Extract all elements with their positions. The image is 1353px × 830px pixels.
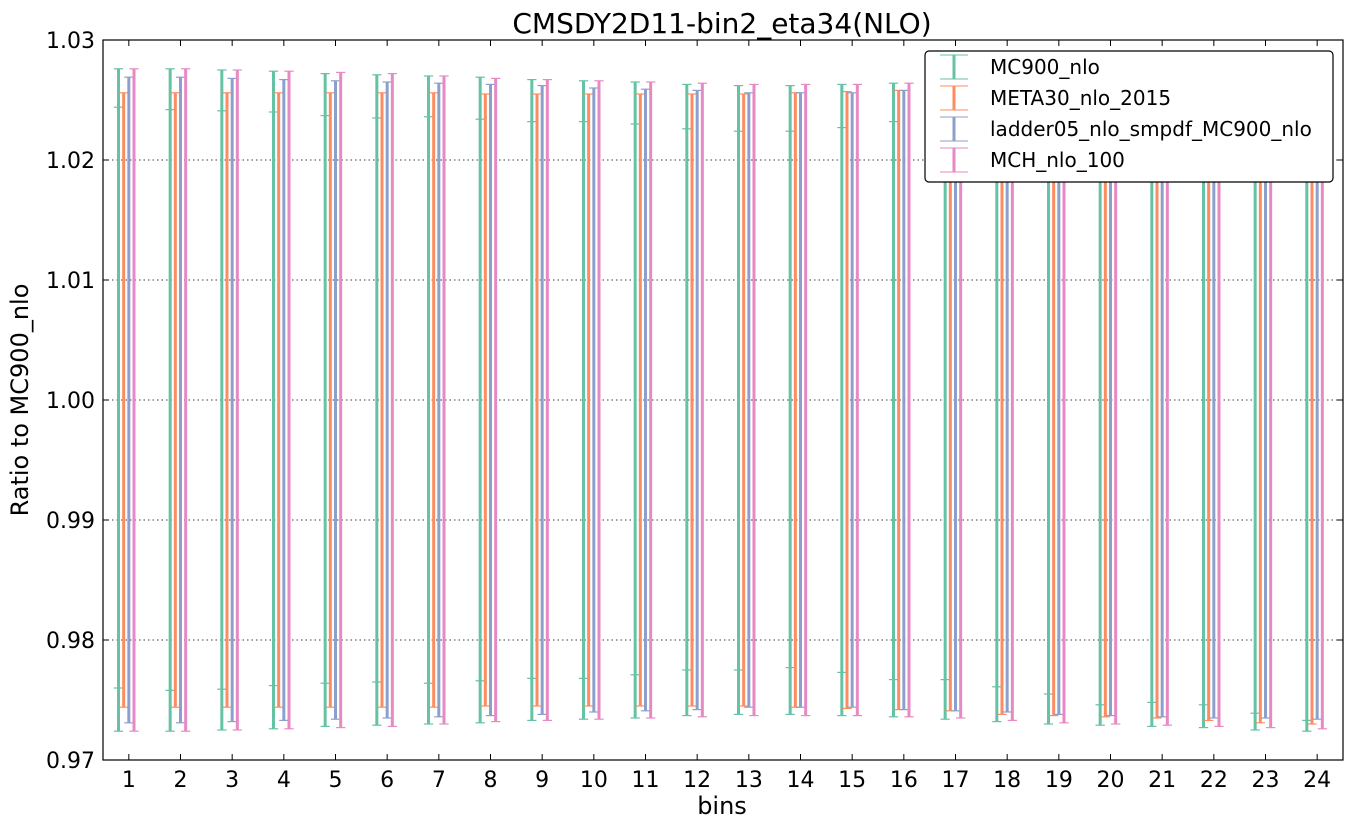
- y-tick-label: 0.99: [46, 509, 95, 534]
- legend-label: ladder05_nlo_smpdf_MC900_nlo: [990, 117, 1312, 141]
- x-tick-label: 2: [174, 768, 188, 793]
- legend: MC900_nlo META30_nlo_2015 ladder05_nlo_smp…: [924, 50, 1334, 183]
- x-tick-label: 17: [942, 768, 970, 793]
- x-tick-label: 19: [1045, 768, 1073, 793]
- x-tick-label: 14: [787, 768, 815, 793]
- chart-title: CMSDY2D11-bin2_eta34(NLO): [512, 7, 931, 40]
- x-tick-label: 6: [380, 768, 394, 793]
- y-tick-label: 1.02: [46, 149, 95, 174]
- y-tick-label: 0.97: [46, 749, 95, 774]
- y-tick-label: 1.00: [46, 389, 95, 414]
- x-tick-label: 18: [993, 768, 1021, 793]
- x-axis-label: bins: [697, 792, 747, 820]
- x-tick-label: 3: [225, 768, 239, 793]
- x-tick-label: 16: [890, 768, 918, 793]
- legend-label: MC900_nlo: [990, 55, 1100, 79]
- x-tick-label: 12: [683, 768, 711, 793]
- x-tick-label: 20: [1097, 768, 1125, 793]
- x-tick-label: 24: [1303, 768, 1331, 793]
- y-tick-label: 0.98: [46, 629, 95, 654]
- x-tick-label: 13: [735, 768, 763, 793]
- x-tick-label: 15: [838, 768, 866, 793]
- x-tick-label: 10: [580, 768, 608, 793]
- x-tick-label: 7: [432, 768, 446, 793]
- legend-label: META30_nlo_2015: [990, 86, 1171, 110]
- x-tick-label: 4: [277, 768, 291, 793]
- x-tick-label: 21: [1148, 768, 1176, 793]
- legend-entry: ladder05_nlo_smpdf_MC900_nlo: [940, 116, 1312, 142]
- x-tick-label: 8: [484, 768, 498, 793]
- y-axis-label: Ratio to MC900_nlo: [6, 284, 34, 517]
- y-tick-label: 1.01: [46, 269, 95, 294]
- legend-label: MCH_nlo_100: [990, 148, 1125, 172]
- x-tick-label: 9: [535, 768, 549, 793]
- x-tick-label: 22: [1200, 768, 1228, 793]
- x-tick-label: 5: [329, 768, 343, 793]
- chart: CMSDY2D11-bin2_eta34(NLO) 0.97 0.98 0.99 1.…: [0, 0, 1353, 830]
- x-tick-label: 1: [122, 768, 136, 793]
- y-tick-label: 1.03: [46, 29, 95, 54]
- x-tick-label: 23: [1252, 768, 1280, 793]
- x-tick-label: 11: [632, 768, 660, 793]
